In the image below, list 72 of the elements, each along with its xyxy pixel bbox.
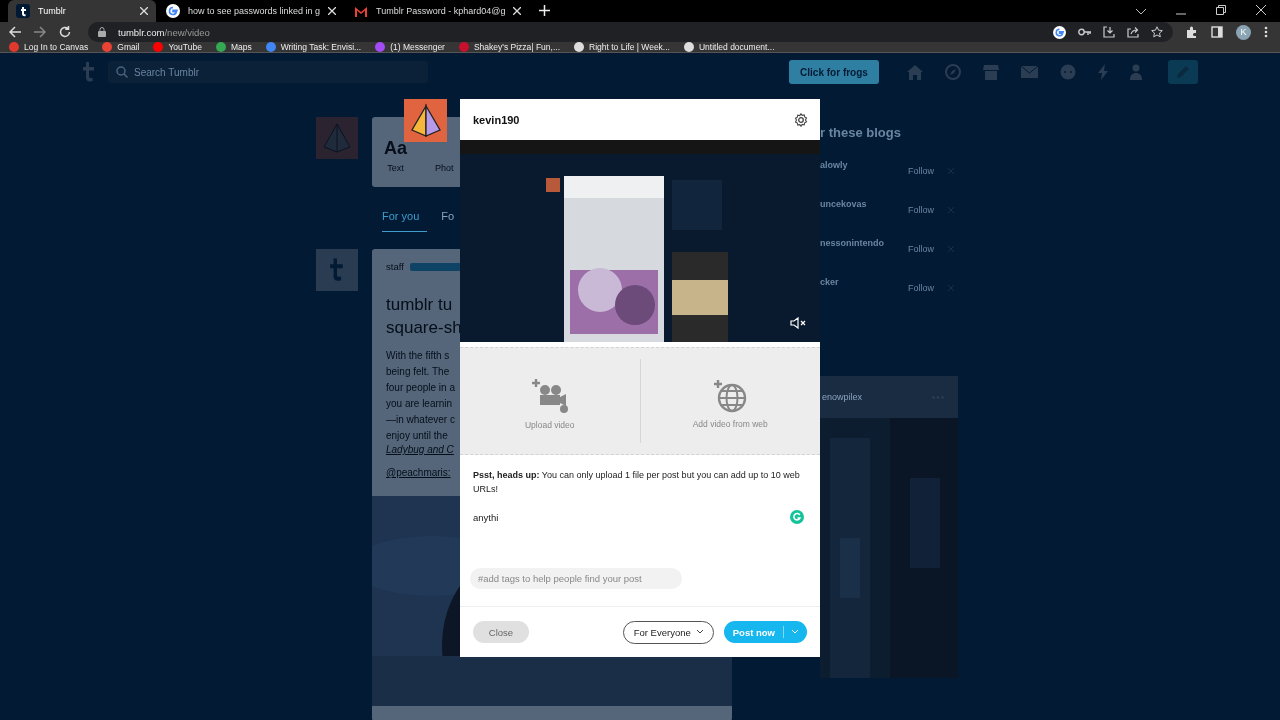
blog-name[interactable]: enowpilex (822, 392, 863, 402)
caret-icon (792, 630, 798, 634)
follow-link[interactable]: Follow (908, 244, 934, 254)
frogs-button[interactable]: Click for frogs (789, 60, 879, 84)
audience-dropdown[interactable]: For Everyone (622, 620, 714, 644)
address-bar[interactable]: tumblr.com/new/video (88, 22, 1173, 42)
bookmark[interactable]: Writing Task: Envisi... (265, 42, 362, 52)
blog-name[interactable]: nessonintendo (820, 238, 894, 248)
settings-icon[interactable] (794, 112, 808, 127)
new-tab-icon[interactable] (539, 5, 551, 16)
post-title: tumblr tu square-sh (386, 294, 462, 339)
key-icon[interactable] (1078, 28, 1091, 36)
reload-icon[interactable] (59, 26, 71, 38)
chevron-down-icon[interactable] (1136, 9, 1146, 15)
bookmark[interactable]: Right to Life | Week... (574, 42, 670, 52)
search-field[interactable]: Search Tumblr (108, 61, 428, 83)
google-icon (166, 4, 180, 18)
follow-link[interactable]: Follow (908, 205, 934, 215)
blog-name[interactable]: alowly (820, 160, 894, 170)
tab-title: Tumblr (38, 6, 67, 16)
post-body: With the fifth s being felt. The four people in a you are learnin —in whatever c enjoy until the (386, 348, 455, 443)
puzzle-icon[interactable] (1186, 26, 1198, 38)
bookmark[interactable]: Untitled document... (683, 42, 775, 52)
bookmark[interactable]: Log In to Canvas (9, 42, 89, 52)
post-link[interactable]: Ladybug and C (386, 443, 454, 455)
feed-tab[interactable]: Fo (441, 204, 455, 232)
restore-icon[interactable] (1216, 5, 1226, 15)
bookmark[interactable]: (1) Messenger (375, 42, 445, 52)
browser-tab[interactable]: how to see passwords linked in g (158, 0, 345, 22)
tab-title: how to see passwords linked in g (188, 6, 321, 16)
bookmark[interactable]: YouTube (153, 42, 202, 52)
bookmark[interactable]: Shakey's Pizza| Fun,... (458, 42, 560, 52)
follow-link[interactable]: Follow (908, 283, 934, 293)
share-icon[interactable] (1127, 26, 1139, 38)
more-icon[interactable] (1264, 26, 1268, 38)
muted-speaker-icon[interactable] (790, 317, 806, 329)
blog-name[interactable]: staff (386, 261, 404, 272)
url-text: tumblr.com/new/video (118, 26, 210, 38)
close-button[interactable]: Close (473, 621, 529, 643)
blog-name[interactable]: cker (820, 277, 894, 287)
caret-icon (696, 630, 703, 634)
browser-tab[interactable]: Tumblr (8, 0, 156, 22)
install-icon[interactable] (1103, 26, 1115, 38)
video-camera-icon (531, 378, 568, 414)
notice-text: Psst, heads up: You can only upload 1 file per post but you can add up to 10 web URLs! (473, 469, 801, 496)
sidebar-heading: r these blogs (820, 125, 902, 140)
star-icon[interactable] (1151, 26, 1163, 38)
tags-field[interactable]: #add tags to help people find your post (470, 568, 682, 589)
mention-link[interactable]: @peachmaris: (386, 466, 451, 478)
post-type-button[interactable]: Aa Text (384, 138, 407, 173)
bookmark[interactable]: Maps (215, 42, 252, 52)
globe-icon (713, 379, 748, 413)
post-type-button[interactable]: Phot (435, 163, 454, 173)
source-button[interactable]: Upload video (460, 378, 640, 430)
tab-title: Tumblr Password - kphard04@g (376, 6, 506, 16)
source-button[interactable]: Add video from web (640, 379, 820, 429)
blog-name[interactable]: kevin190 (473, 113, 520, 126)
tumblr-logo-icon (329, 258, 345, 282)
forward-icon[interactable] (34, 26, 46, 38)
blog-avatar[interactable] (404, 99, 447, 142)
mail-icon (354, 5, 369, 17)
search-icon (116, 66, 128, 78)
follow-link[interactable]: Follow (908, 166, 934, 176)
google-icon[interactable] (1053, 25, 1066, 39)
lock-icon (98, 27, 106, 37)
feed-tab[interactable]: For you (382, 204, 428, 232)
side-panel-icon[interactable] (1211, 26, 1223, 38)
browser-tab[interactable]: Tumblr Password - kphard04@g (346, 0, 530, 22)
bookmark[interactable]: Gmail (102, 42, 140, 52)
tumblr-icon (16, 4, 30, 18)
back-icon[interactable] (9, 26, 21, 38)
blog-name[interactable]: uncekovas (820, 199, 894, 209)
